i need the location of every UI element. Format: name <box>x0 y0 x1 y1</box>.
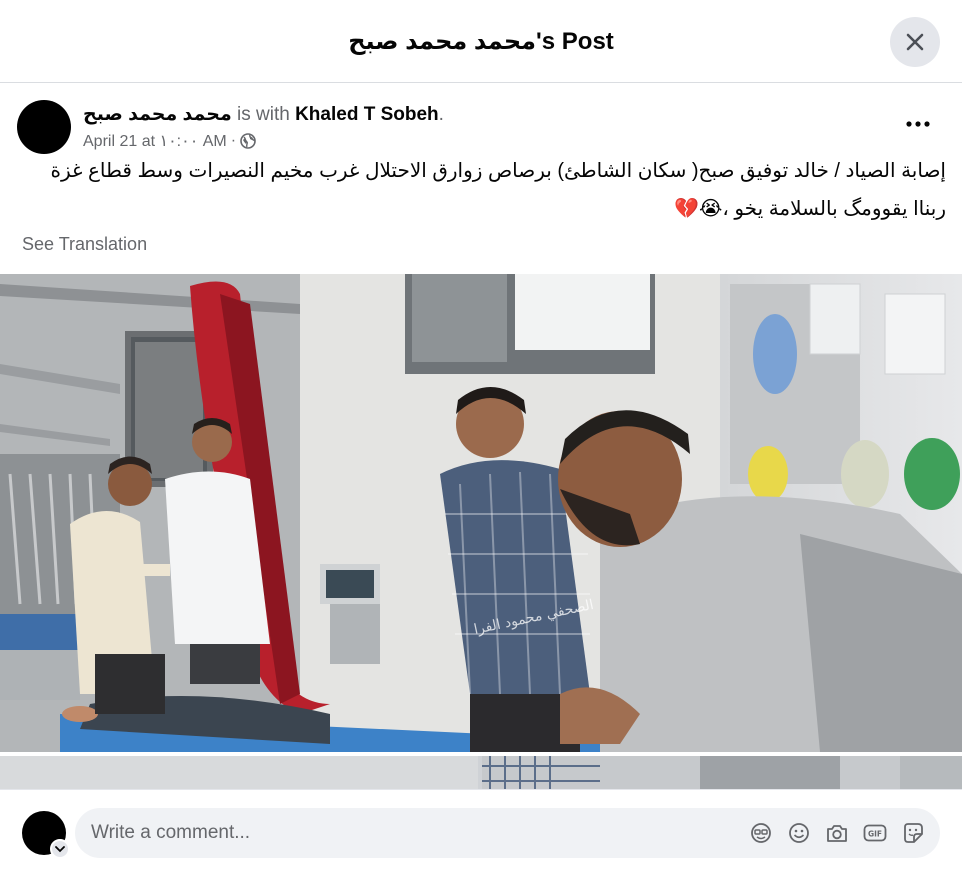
more-icon <box>906 121 930 127</box>
close-button[interactable] <box>890 17 940 67</box>
user-avatar[interactable] <box>22 811 70 859</box>
post-photo[interactable]: الصحفي محمود الفرا <box>0 274 962 752</box>
tagged-suffix: . <box>438 104 444 125</box>
dialog-title: محمد محمد صبح's Post <box>348 27 614 55</box>
comment-box[interactable]: GIF <box>75 808 940 858</box>
author-line: محمد محمد صبح is with Khaled T Sobeh. <box>83 103 444 126</box>
chevron-down-icon <box>55 846 65 853</box>
author-name[interactable]: محمد محمد صبح <box>83 104 232 125</box>
see-translation-link[interactable]: See Translation <box>22 234 147 255</box>
author-avatar[interactable] <box>17 100 71 154</box>
gif-icon: GIF <box>863 824 887 842</box>
post-text-line-2: ربناا يقوومگ بالسلامة يخو ،😭💔 <box>674 198 946 220</box>
profile-switch-button[interactable] <box>50 839 70 859</box>
post-content[interactable]: محمد محمد صبح is with Khaled T Sobeh. Ap… <box>0 84 962 789</box>
post-timestamp[interactable]: April 21 at ١٠:٠٠ AM <box>83 131 227 151</box>
post-header: محمد محمد صبح is with Khaled T Sobeh. Ap… <box>0 84 962 154</box>
more-options-button[interactable] <box>900 110 936 138</box>
emoji-icon <box>789 823 809 843</box>
dialog-header: محمد محمد صبح's Post <box>0 0 962 83</box>
meta-separator: · <box>230 132 237 149</box>
photo-hospital-scene: الصحفي محمود الفرا <box>0 274 962 752</box>
sticker-icon <box>904 823 923 843</box>
emoji-button[interactable] <box>786 820 812 846</box>
post-photo-2[interactable] <box>0 756 962 789</box>
svg-text:GIF: GIF <box>868 830 882 839</box>
avatar-sticker-button[interactable] <box>748 820 774 846</box>
comment-input[interactable] <box>75 822 748 844</box>
post-text: إصابة الصياد / خالد توفيق صبح( سكان الشا… <box>22 152 946 228</box>
globe-icon[interactable] <box>240 133 256 149</box>
composer-icons: GIF <box>748 820 940 846</box>
tagged-user[interactable]: Khaled T Sobeh <box>295 104 439 125</box>
comment-composer: GIF <box>0 789 962 881</box>
photo-button[interactable] <box>824 820 850 846</box>
close-icon <box>906 33 924 51</box>
photo-2-preview <box>0 756 962 789</box>
post-text-line-1: إصابة الصياد / خالد توفيق صبح( سكان الشا… <box>50 160 946 182</box>
camera-icon <box>827 825 847 842</box>
avatar-sticker-icon <box>751 823 771 843</box>
with-text: is with <box>231 104 296 125</box>
gif-button[interactable]: GIF <box>862 820 888 846</box>
sticker-button[interactable] <box>900 820 926 846</box>
post-meta: April 21 at ١٠:٠٠ AM · <box>83 131 256 151</box>
